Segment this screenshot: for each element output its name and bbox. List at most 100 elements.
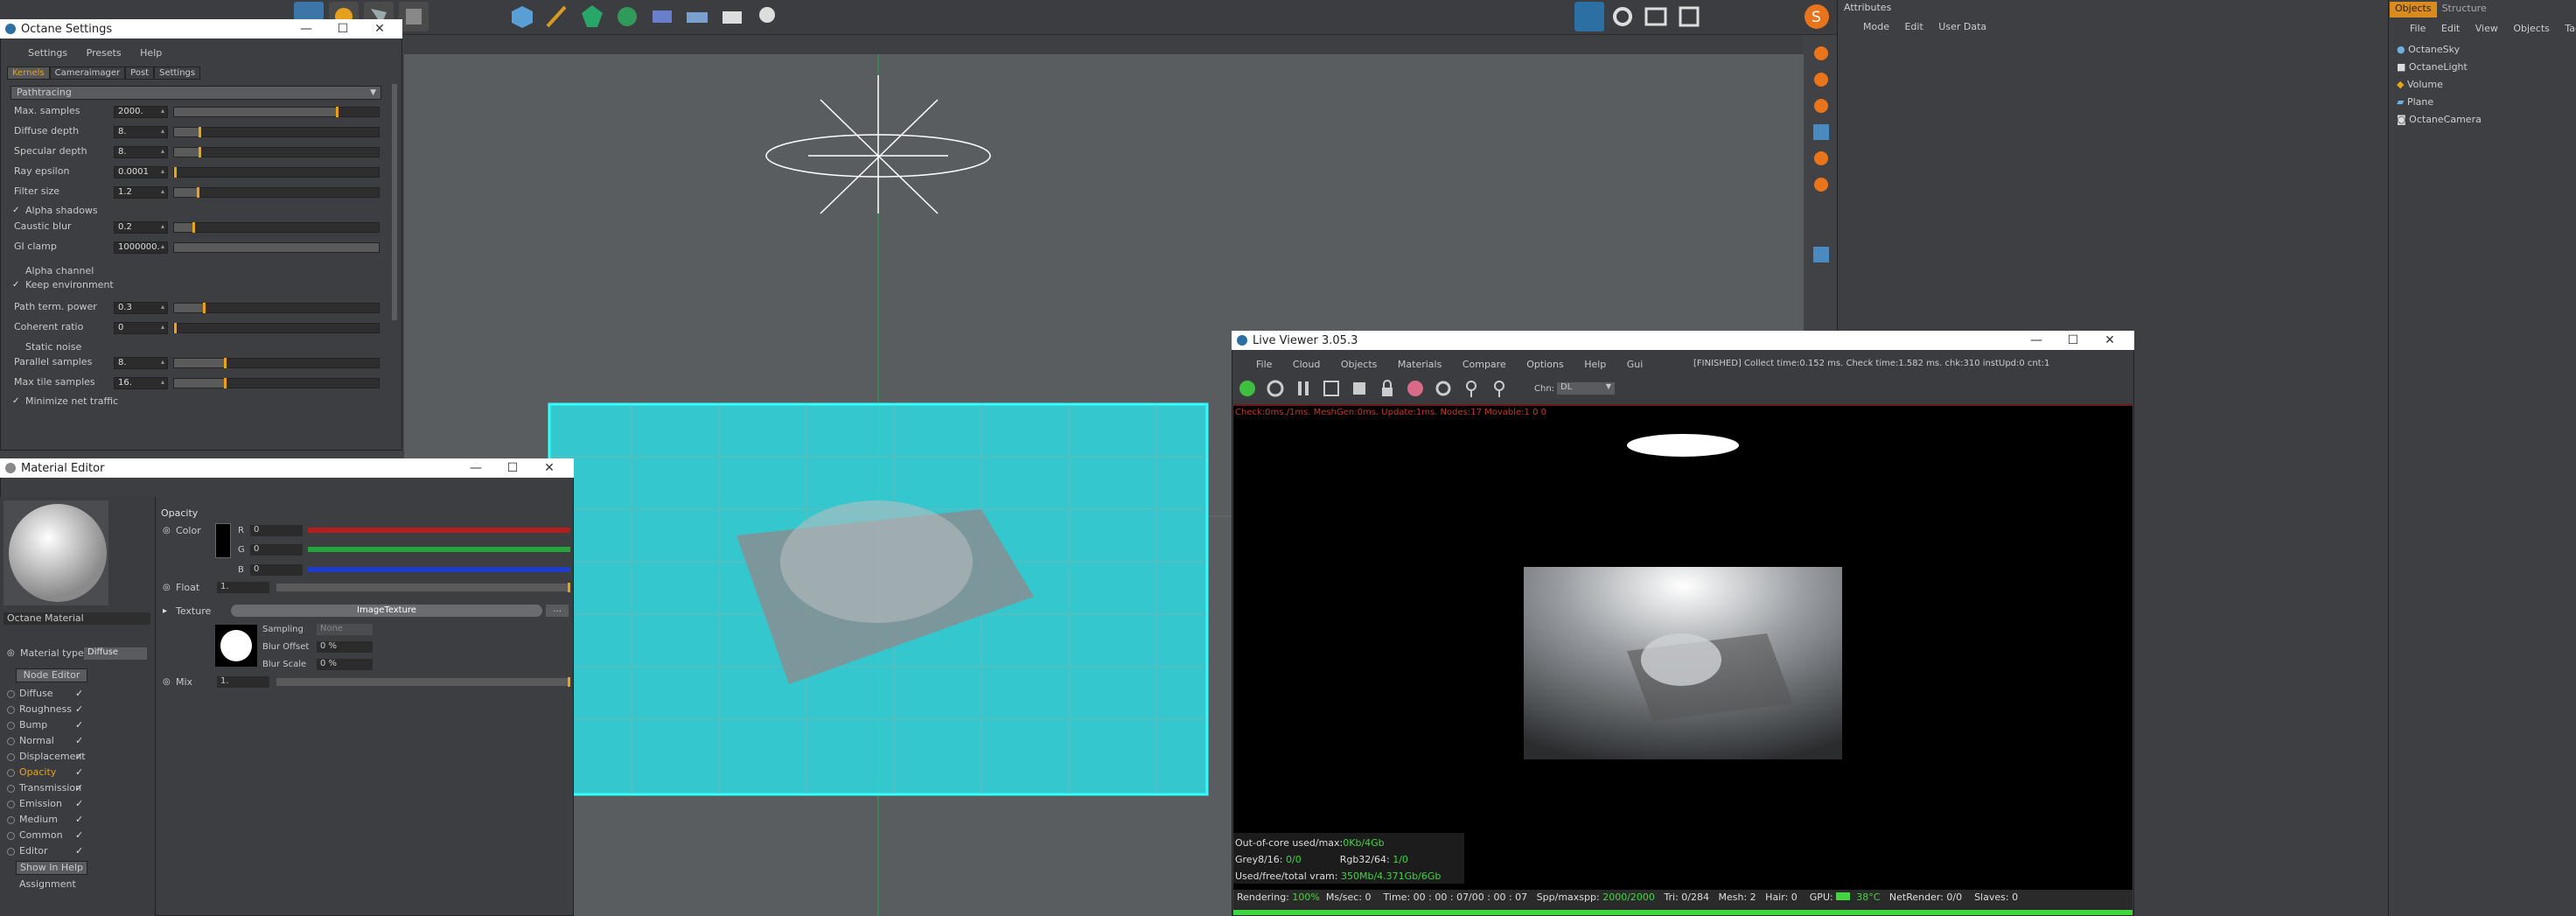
- tab-cameraimager[interactable]: Cameraimager: [49, 66, 126, 80]
- setting-gi-clamp-slider[interactable]: [173, 242, 380, 253]
- setting-ray-epsilon-field[interactable]: 0.0001: [114, 166, 168, 178]
- setting-filter-size-field[interactable]: 1.2: [114, 186, 168, 199]
- light-icon[interactable]: [752, 2, 782, 31]
- object-row-octanelight[interactable]: ■ OctaneLight: [2397, 61, 2572, 79]
- live-viewer-titlebar[interactable]: Live Viewer 3.05.3 — ☐ ✕: [1232, 331, 2134, 350]
- color-swatch[interactable]: [215, 523, 231, 558]
- viewport-sidebar-btn-5[interactable]: [1812, 149, 1831, 168]
- texture-button[interactable]: ImageTexture: [231, 605, 542, 617]
- region-icon[interactable]: [1321, 378, 1342, 399]
- setting-gi-clamp-field[interactable]: 1000000.: [114, 241, 168, 254]
- pause-icon[interactable]: [1293, 378, 1314, 399]
- keep-environment-checkbox[interactable]: ✓ Keep environment: [12, 279, 114, 293]
- g-field[interactable]: 0: [250, 544, 303, 556]
- channel-diffuse[interactable]: Diffuse ✓: [7, 688, 83, 702]
- setting-max-samples-field[interactable]: 2000.: [114, 106, 168, 118]
- setting-ray-epsilon-slider[interactable]: [173, 167, 380, 178]
- tool-icon-4[interactable]: [399, 2, 429, 31]
- minimize-button[interactable]: —: [2019, 331, 2054, 350]
- gear-green-icon[interactable]: [612, 2, 642, 31]
- mix-field[interactable]: 1.: [217, 676, 269, 688]
- lv-menu-options[interactable]: Options: [1526, 359, 1563, 370]
- maximize-button[interactable]: ☐: [325, 19, 360, 38]
- menu-help[interactable]: Help: [140, 47, 162, 59]
- cube-icon[interactable]: [507, 2, 537, 31]
- show-in-help-button[interactable]: Show In Help: [16, 861, 87, 875]
- alpha-shadows-checkbox[interactable]: ✓ Alpha shadows: [12, 205, 98, 219]
- float-slider[interactable]: [276, 583, 570, 592]
- octane-s-icon[interactable]: S: [1802, 2, 1832, 31]
- tab-objects[interactable]: Objects: [2390, 2, 2437, 17]
- menu-file[interactable]: File: [2410, 23, 2426, 34]
- r-slider[interactable]: [308, 528, 570, 533]
- lv-menu-file[interactable]: File: [1256, 359, 1272, 370]
- setting-max-samples-slider[interactable]: [173, 107, 380, 117]
- object-row-plane[interactable]: ▰ Plane: [2397, 96, 2572, 114]
- viewport-sidebar-btn-4[interactable]: [1812, 122, 1831, 142]
- viewport-sidebar-btn-7[interactable]: [1812, 245, 1831, 264]
- setting-filter-size-slider[interactable]: [173, 187, 380, 198]
- setting-specular-depth-slider[interactable]: [173, 147, 380, 157]
- blur-offset-field[interactable]: 0 %: [317, 641, 373, 653]
- material-type-select[interactable]: Diffuse: [84, 647, 147, 660]
- kernel-dropdown[interactable]: Pathtracing ▼: [10, 86, 381, 100]
- object-row-octanesky[interactable]: ● OctaneSky: [2397, 44, 2572, 61]
- lv-menu-objects[interactable]: Objects: [1341, 359, 1378, 370]
- blur-scale-field[interactable]: 0 %: [317, 659, 373, 670]
- lv-menu-cloud[interactable]: Cloud: [1293, 359, 1320, 370]
- setting-caustic-blur-field[interactable]: 0.2: [114, 221, 168, 234]
- texture-preview[interactable]: [215, 625, 257, 667]
- tab-settings[interactable]: Settings: [154, 66, 201, 80]
- menu-edit[interactable]: Edit: [2441, 23, 2460, 34]
- attr-menu-user-data[interactable]: User Data: [1938, 21, 1986, 32]
- object-row-volume[interactable]: ◆ Volume: [2397, 79, 2572, 96]
- setting-caustic-blur-slider[interactable]: [173, 222, 380, 233]
- lv-menu-gui[interactable]: Gui: [1627, 359, 1644, 370]
- tab-post[interactable]: Post: [125, 66, 155, 80]
- lv-menu-help[interactable]: Help: [1584, 359, 1606, 370]
- channel-medium[interactable]: Medium ✓: [7, 814, 83, 828]
- node-editor-button[interactable]: Node Editor: [16, 668, 87, 682]
- pen-icon[interactable]: [542, 2, 572, 31]
- map-pin-icon[interactable]: [1489, 378, 1510, 399]
- sampling-select[interactable]: None: [317, 624, 373, 635]
- maximize-button[interactable]: ☐: [2056, 331, 2091, 350]
- octane-settings-titlebar[interactable]: Octane Settings — ☐ ✕: [0, 19, 402, 38]
- minimize-net-traffic-checkbox[interactable]: ✓ Minimize net traffic: [12, 395, 118, 409]
- viewport-sidebar-btn-6[interactable]: [1812, 175, 1831, 194]
- b-field[interactable]: 0: [250, 564, 303, 576]
- channel-displacement[interactable]: Displacement ✓: [7, 751, 86, 765]
- channel-opacity[interactable]: Opacity ✓: [7, 766, 83, 780]
- setting-parallel-samples-slider[interactable]: [173, 358, 380, 368]
- viewport-sidebar-btn-1[interactable]: [1812, 44, 1831, 63]
- material-editor-titlebar[interactable]: Material Editor — ☐ ✕: [0, 458, 574, 478]
- setting-max-tile-samples-slider[interactable]: [173, 378, 380, 388]
- menu-tags[interactable]: Tags: [2565, 23, 2576, 34]
- material-name[interactable]: Octane Material: [3, 612, 150, 625]
- gem-icon[interactable]: [577, 2, 607, 31]
- object-row-octanecamera[interactable]: ◙ OctaneCamera: [2397, 114, 2572, 131]
- close-button[interactable]: ✕: [532, 458, 567, 478]
- menu-settings[interactable]: Settings: [28, 47, 67, 59]
- minimize-button[interactable]: —: [458, 458, 493, 478]
- close-button[interactable]: ✕: [362, 19, 397, 38]
- setting-max-tile-samples-field[interactable]: 16.: [114, 377, 168, 389]
- lock-icon[interactable]: [1377, 378, 1398, 399]
- attr-menu-mode[interactable]: Mode: [1863, 21, 1889, 32]
- color-picker-icon[interactable]: [1405, 378, 1426, 399]
- channel-normal[interactable]: Normal ✓: [7, 735, 83, 749]
- pin-icon[interactable]: [1461, 378, 1482, 399]
- setting-specular-depth-field[interactable]: 8.: [114, 146, 168, 158]
- setting-coherent-ratio-field[interactable]: 0: [114, 322, 168, 334]
- stop-icon[interactable]: [1349, 378, 1370, 399]
- channel-roughness[interactable]: Roughness ✓: [7, 703, 83, 717]
- texture-more-button[interactable]: …: [546, 605, 569, 617]
- channel-transmission[interactable]: Transmission ✓: [7, 782, 83, 796]
- maximize-button[interactable]: ☐: [495, 458, 530, 478]
- deformer-icon[interactable]: [647, 2, 677, 31]
- static-noise-checkbox[interactable]: Static noise: [12, 341, 81, 355]
- setting-path-term-power-field[interactable]: 0.3: [114, 302, 168, 314]
- restart-icon[interactable]: [1265, 378, 1286, 399]
- assignment-tab[interactable]: Assignment: [19, 878, 76, 890]
- octane-render-icon[interactable]: [1574, 2, 1604, 31]
